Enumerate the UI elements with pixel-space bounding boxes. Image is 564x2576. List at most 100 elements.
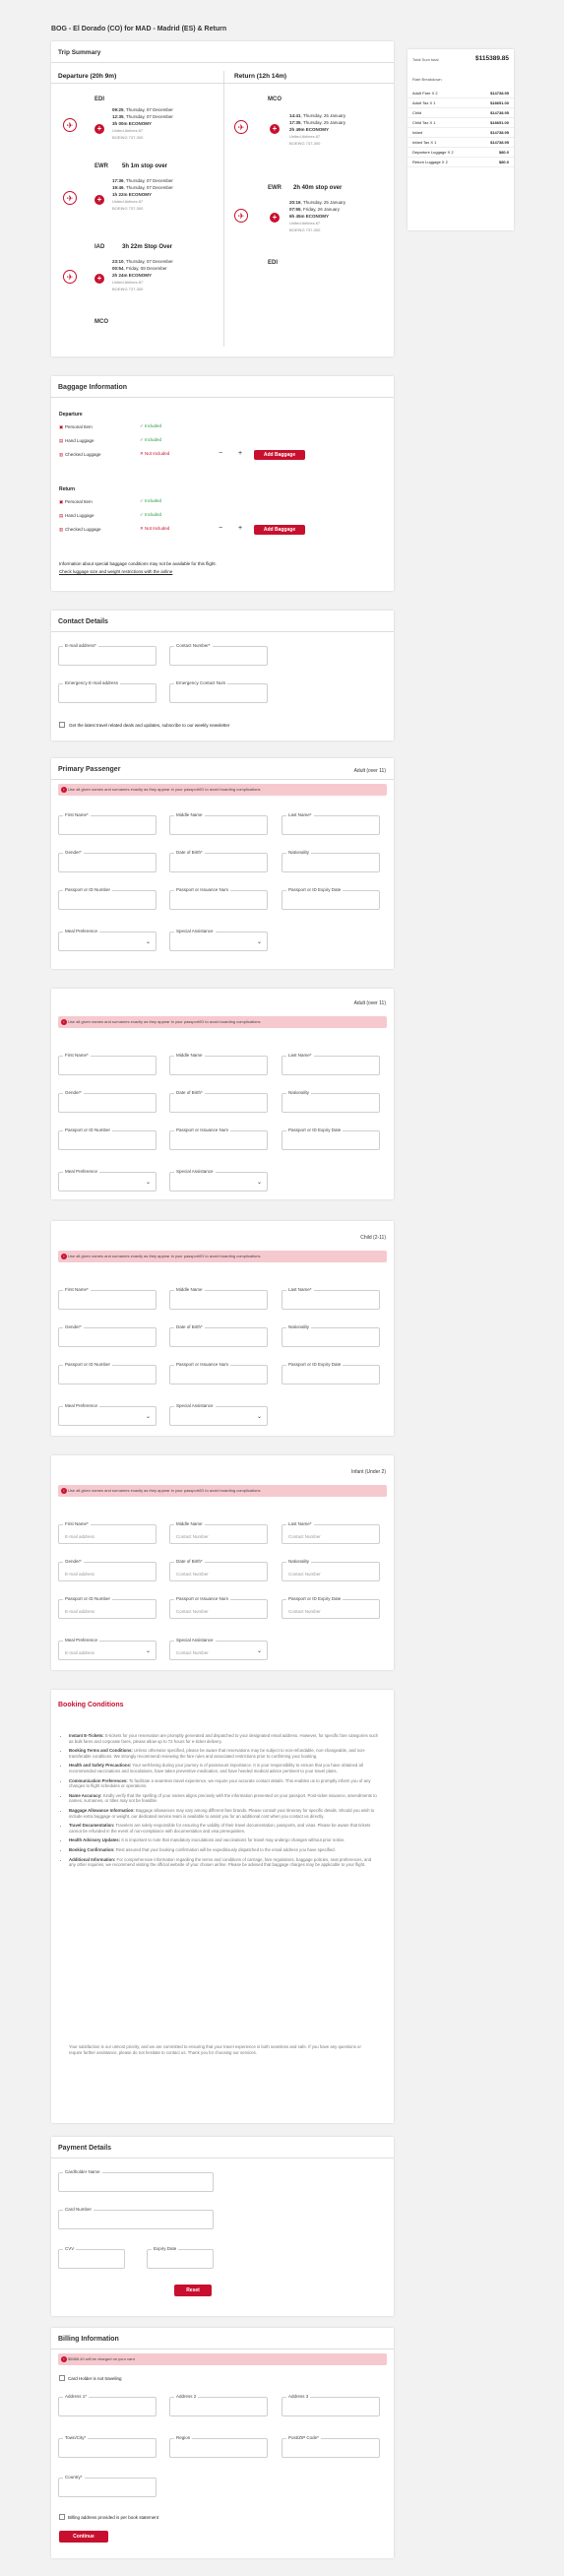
meal-preference-select[interactable]: Meal Preference ⌄	[58, 1403, 157, 1426]
add-baggage-button[interactable]: Add Baggage	[254, 525, 305, 535]
meal-preference-select[interactable]: Meal Preference E-mail address ⌄	[58, 1638, 157, 1660]
passport-number-field[interactable]: Passport or ID Number	[58, 887, 157, 910]
special-assistance-select[interactable]: Special Assistance ⌄	[169, 1169, 268, 1191]
newsletter-checkbox[interactable]	[59, 722, 65, 728]
special-assistance-select[interactable]: Special Assistance ⌄	[169, 929, 268, 951]
contact-number-field[interactable]: Contact Number*	[169, 643, 268, 666]
passport-expiry-field[interactable]: Passport or ID Expiry Date	[282, 887, 380, 910]
middle-name-field[interactable]: Middle Name	[169, 812, 268, 835]
passport-issuance-field[interactable]: Passport or Issuance Num Contact Number	[169, 1596, 268, 1619]
address2-field[interactable]: Address 2	[169, 2394, 268, 2416]
last-name-field[interactable]: Last Name*	[282, 1287, 380, 1310]
baggage-status: ✓ Included	[140, 512, 162, 517]
layover-label: 3h 22m Stop Over	[122, 244, 173, 250]
price-row: Adult Tax X 1 $18651.00	[407, 98, 514, 108]
continue-button[interactable]: Continue	[59, 2531, 108, 2543]
gender-field[interactable]: Gender*	[58, 1090, 157, 1113]
meal-preference-select[interactable]: Meal Preference ⌄	[58, 1169, 157, 1191]
emergency-number-field[interactable]: Emergency Contact Num	[169, 680, 268, 703]
passport-issuance-field[interactable]: Passport or Issuance Num	[169, 1127, 268, 1150]
nationality-field[interactable]: Nationality Contact Number	[282, 1559, 380, 1581]
baggage-status: ✓ Included	[140, 498, 162, 503]
middle-name-field[interactable]: Middle Name	[169, 1287, 268, 1310]
info-icon: i	[61, 2356, 67, 2362]
meal-preference-select[interactable]: Meal Preference ⌄	[58, 929, 157, 951]
dob-field[interactable]: Date of Birth*	[169, 1324, 268, 1347]
dob-field[interactable]: Date of Birth*	[169, 850, 268, 872]
chevron-down-icon: ⌄	[145, 1648, 151, 1654]
address3-field[interactable]: Address 3	[282, 2394, 380, 2416]
flight-segment: 20:16, Thursday, 25 January 07:55, Frida…	[289, 200, 346, 232]
baggage-row: ▤ Hand Luggage	[59, 513, 94, 518]
minus-button[interactable]: −	[219, 450, 222, 457]
baggage-title: Baggage Information	[51, 376, 394, 398]
passport-number-field[interactable]: Passport or ID Number	[58, 1127, 157, 1150]
town-field[interactable]: Town/City*	[58, 2435, 157, 2458]
passport-number-field[interactable]: Passport or ID Number E-mail address	[58, 1596, 157, 1619]
chevron-down-icon: ⌄	[256, 1180, 262, 1186]
names-notice: i Use all given names and surnames exactl…	[58, 1485, 387, 1497]
baggage-row: ▥ Checked Luggage	[59, 452, 101, 457]
not-traveling-checkbox[interactable]	[59, 2375, 65, 2381]
passenger-type: Adult (over 11)	[353, 1000, 386, 1006]
last-name-field[interactable]: Last Name*	[282, 1053, 380, 1075]
special-assistance-select[interactable]: Special Assistance Contact Number ⌄	[169, 1638, 268, 1660]
passport-expiry-field[interactable]: Passport or ID Expiry Date	[282, 1362, 380, 1385]
gender-field[interactable]: Gender* E-mail address	[58, 1559, 157, 1581]
total-label: Total Sum total	[412, 57, 439, 62]
price-row: Infant $14738.95	[407, 128, 514, 138]
flight-segment: 09:25, Thursday, 07 December 12:35, Thur…	[112, 107, 173, 140]
last-name-field[interactable]: Last Name* Contact Number	[282, 1521, 380, 1544]
contact-card: Contact Details E-mail address* Contact …	[51, 611, 394, 741]
passport-number-field[interactable]: Passport or ID Number	[58, 1362, 157, 1385]
dob-field[interactable]: Date of Birth*	[169, 1090, 268, 1113]
dob-field[interactable]: Date of Birth* Contact Number	[169, 1559, 268, 1581]
address1-field[interactable]: Address 1*	[58, 2394, 157, 2416]
baggage-status: ✓ Included	[140, 423, 162, 428]
expand-leg-button[interactable]: +	[270, 213, 280, 223]
minus-button[interactable]: −	[219, 525, 222, 532]
airplane-icon: ✈	[63, 270, 77, 284]
passport-issuance-field[interactable]: Passport or Issuance Num	[169, 887, 268, 910]
same-address-checkbox[interactable]	[59, 2514, 65, 2520]
expand-leg-button[interactable]: +	[94, 124, 104, 134]
nationality-field[interactable]: Nationality	[282, 850, 380, 872]
nationality-field[interactable]: Nationality	[282, 1090, 380, 1113]
gender-field[interactable]: Gender*	[58, 850, 157, 872]
card-number-field[interactable]: Card Number	[58, 2207, 214, 2229]
last-name-field[interactable]: Last Name*	[282, 812, 380, 835]
passport-expiry-field[interactable]: Passport or ID Expiry Date Contact Number	[282, 1596, 380, 1619]
special-assistance-select[interactable]: Special Assistance ⌄	[169, 1403, 268, 1426]
plus-button[interactable]: +	[238, 525, 242, 532]
cardholder-name-field[interactable]: Cardholder Name	[58, 2169, 214, 2192]
cvv-field[interactable]: CVV	[58, 2246, 125, 2269]
passenger-card: Adult (over 11) i Use all given names and…	[51, 989, 394, 1199]
country-field[interactable]: Country*	[58, 2475, 157, 2497]
passport-issuance-field[interactable]: Passport or Issuance Num	[169, 1362, 268, 1385]
emergency-email-field[interactable]: Emergency E-mail address	[58, 680, 157, 703]
reset-button[interactable]: Reset	[174, 2285, 212, 2296]
baggage-restrictions-link[interactable]: Check luggage size and weight restrictio…	[59, 569, 172, 574]
middle-name-field[interactable]: Middle Name	[169, 1053, 268, 1075]
first-name-field[interactable]: First Name*	[58, 812, 157, 835]
expand-leg-button[interactable]: +	[94, 195, 104, 205]
middle-name-field[interactable]: Middle Name Contact Number	[169, 1521, 268, 1544]
chevron-down-icon: ⌄	[145, 1180, 151, 1186]
postcode-field[interactable]: Post/ZIP Code*	[282, 2435, 380, 2458]
first-name-field[interactable]: First Name* E-mail address	[58, 1521, 157, 1544]
email-field[interactable]: E-mail address*	[58, 643, 157, 666]
first-name-field[interactable]: First Name*	[58, 1287, 157, 1310]
expand-leg-button[interactable]: +	[94, 274, 104, 284]
header-divider	[51, 83, 394, 84]
expand-leg-button[interactable]: +	[270, 124, 280, 134]
price-row: Return Luggage X 2 $80.0	[407, 158, 514, 167]
plus-button[interactable]: +	[238, 450, 242, 457]
region-field[interactable]: Region	[169, 2435, 268, 2458]
add-baggage-button[interactable]: Add Baggage	[254, 450, 305, 460]
info-icon: i	[61, 1019, 67, 1025]
gender-field[interactable]: Gender*	[58, 1324, 157, 1347]
passport-expiry-field[interactable]: Passport or ID Expiry Date	[282, 1127, 380, 1150]
nationality-field[interactable]: Nationality	[282, 1324, 380, 1347]
expiry-date-field[interactable]: Expiry Date	[147, 2246, 214, 2269]
first-name-field[interactable]: First Name*	[58, 1053, 157, 1075]
